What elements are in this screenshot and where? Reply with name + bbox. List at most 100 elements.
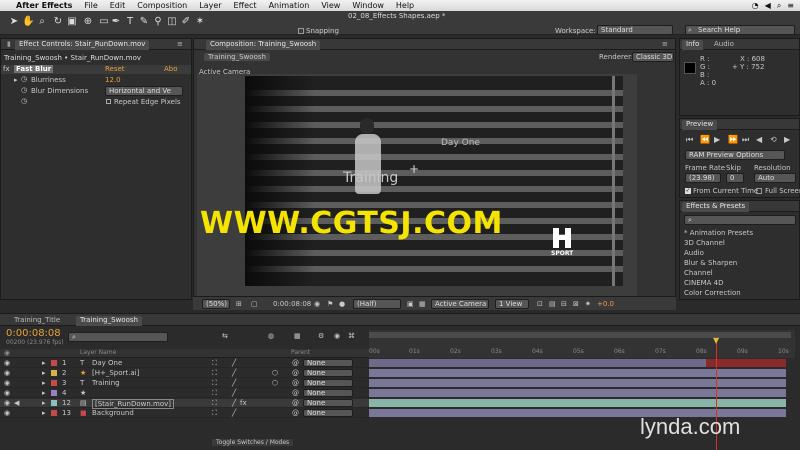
eye-icon[interactable]: ◉ — [4, 379, 10, 387]
rotate-tool-icon[interactable]: ↻ — [52, 16, 64, 28]
table-row[interactable]: ◉ ▸ 13 ■ Background ⛶ ╱ @ None — [0, 409, 369, 418]
tab-info[interactable]: Info — [682, 40, 704, 50]
toggle-switches-modes[interactable]: Toggle Switches / Modes — [212, 439, 294, 446]
twirl-arrow-icon[interactable]: ▸ — [42, 369, 46, 377]
from-current-checkbox[interactable]: ✓ — [685, 188, 691, 194]
quality-switch-icon[interactable]: ╱ — [232, 389, 236, 397]
frame-rate-select[interactable]: (23.98) — [685, 173, 721, 183]
shy-switch-icon[interactable]: ⛶ — [212, 399, 217, 408]
rectangle-tool-icon[interactable]: ▭ — [98, 16, 110, 28]
tab-effects-presets[interactable]: Effects & Presets — [682, 202, 750, 212]
stopwatch-icon[interactable]: ◷ — [21, 75, 27, 83]
3d-switch-icon[interactable]: ⬡ — [272, 369, 278, 377]
transparency-grid-icon[interactable]: ▦ — [419, 300, 426, 308]
workspace-select[interactable]: Standard — [597, 25, 673, 35]
play-icon[interactable]: ▶ — [714, 135, 720, 144]
label-color-swatch[interactable] — [51, 400, 57, 406]
menu-layer[interactable]: Layer — [199, 1, 221, 10]
full-screen-checkbox[interactable] — [756, 188, 762, 194]
wifi-icon[interactable]: ◔ — [752, 1, 759, 11]
label-color-swatch[interactable] — [51, 380, 57, 386]
repeat-edge-checkbox[interactable] — [106, 99, 111, 104]
first-frame-icon[interactable]: ⏮ — [686, 135, 693, 145]
eye-icon[interactable]: ◉ — [4, 369, 10, 377]
menu-composition[interactable]: Composition — [137, 1, 187, 10]
quality-switch-icon[interactable]: ╱ — [232, 409, 236, 417]
eye-icon[interactable]: ◉ — [4, 389, 10, 397]
time-ruler[interactable]: 00s 01s 02s 03s 04s 05s 06s 07s 08s 09s … — [369, 330, 795, 358]
audio-switch-icon[interactable]: ◀ — [14, 399, 19, 407]
shy-switch-icon[interactable]: ⛶ — [212, 389, 217, 398]
tab-composition[interactable]: Composition: Training_Swoosh — [206, 40, 321, 50]
graph-editor-icon[interactable]: ⌘ — [348, 332, 355, 340]
stopwatch-icon[interactable]: ◷ — [21, 97, 27, 105]
parent-pickwhip-icon[interactable]: @ — [292, 389, 299, 397]
parent-select[interactable]: None — [303, 359, 353, 367]
table-row[interactable]: ◉ ◀ ▸ 12 ▤ [Stair_RunDown.mov] ⛶ ╱ fx @ … — [0, 399, 369, 409]
tab-preview[interactable]: Preview — [682, 120, 718, 130]
effect-reset-link[interactable]: Reset — [105, 65, 125, 73]
parent-pickwhip-icon[interactable]: @ — [292, 379, 299, 387]
snapshot-icon[interactable]: ◉ — [314, 300, 320, 308]
volume-icon[interactable]: ◀ — [765, 1, 771, 11]
loop-icon[interactable]: ⟲ — [770, 135, 777, 144]
next-frame-icon[interactable]: ⏩ — [728, 135, 738, 144]
preview-resolution-select[interactable]: Auto — [754, 173, 796, 183]
menu-view[interactable]: View — [321, 1, 340, 10]
exposure-value[interactable]: +0.0 — [597, 300, 614, 308]
hand-tool-icon[interactable]: ✋ — [22, 16, 34, 28]
col-parent[interactable]: Parent — [291, 349, 310, 356]
layer-search-input[interactable]: ⌕ — [68, 332, 168, 342]
pen-tool-icon[interactable]: ✒ — [110, 16, 122, 28]
menu-effect[interactable]: Effect — [234, 1, 257, 10]
list-icon[interactable]: ≡ — [787, 1, 794, 11]
fx-badge-icon[interactable]: fx — [3, 65, 10, 73]
exposure-icon[interactable]: ✷ — [585, 300, 591, 308]
tab-training-swoosh[interactable]: Training_Swoosh — [76, 316, 142, 326]
preset-item[interactable]: 3D Channel — [684, 239, 725, 247]
parent-select[interactable]: None — [303, 409, 353, 417]
ram-preview-icon[interactable]: ▶ — [784, 135, 790, 144]
preset-item[interactable]: * Animation Presets — [684, 229, 753, 237]
shy-switch-icon[interactable]: ⛶ — [212, 359, 217, 368]
view-layout-select[interactable]: 1 View — [495, 299, 529, 309]
spotlight-icon[interactable]: ⌕ — [777, 1, 781, 11]
quality-switch-icon[interactable]: ╱ — [232, 399, 236, 407]
resolution-select[interactable]: (Half) — [353, 299, 401, 309]
quality-switch-icon[interactable]: ╱ — [232, 379, 236, 387]
comp-frame-image[interactable]: Day One Training + SPORT — [245, 76, 623, 286]
clone-stamp-tool-icon[interactable]: ⚲ — [152, 16, 164, 28]
overlay-training[interactable]: Training — [343, 170, 398, 186]
eraser-tool-icon[interactable]: ◫ — [166, 16, 178, 28]
shy-icon[interactable]: ▦ — [294, 332, 301, 340]
parent-select[interactable]: None — [303, 399, 353, 407]
renderer-select[interactable]: Classic 3D — [632, 52, 674, 62]
effects-search-input[interactable]: ⌕ — [684, 215, 796, 225]
layer-name[interactable]: Day One — [92, 359, 122, 367]
channel-icon[interactable]: ● — [339, 300, 345, 308]
shy-switch-icon[interactable]: ⛶ — [212, 379, 217, 388]
label-color-swatch[interactable] — [51, 410, 57, 416]
timeline-icon[interactable]: ⊟ — [561, 300, 567, 308]
blurriness-value[interactable]: 12.0 — [105, 76, 121, 84]
table-row[interactable]: ◉ ▸ 3 T Training ⛶ ╱ ⬡ @ None — [0, 379, 369, 388]
grid-icon[interactable]: ⊞ — [236, 300, 242, 308]
layer-duration-bar[interactable] — [369, 359, 706, 367]
tab-effect-controls[interactable]: Effect Controls: Stair_RunDown.mov — [15, 40, 150, 50]
tab-training-title[interactable]: Training_Title — [10, 316, 64, 326]
puppet-tool-icon[interactable]: ✶ — [194, 16, 206, 28]
last-frame-icon[interactable]: ⏭ — [742, 135, 749, 145]
project-tab[interactable]: ▮ — [3, 40, 15, 50]
audio-icon[interactable]: ◀ — [756, 135, 762, 144]
show-snapshot-icon[interactable]: ⚑ — [327, 300, 333, 308]
comp-subtab[interactable]: Training_Swoosh — [204, 53, 270, 61]
table-row[interactable]: ◉ ▸ 2 ★ [H+_Sport.ai] ⛶ ╱ ⬡ @ None — [0, 369, 369, 378]
eye-icon[interactable]: ◉ — [4, 359, 10, 367]
layer-duration-bar[interactable] — [369, 399, 786, 407]
prev-frame-icon[interactable]: ⏪ — [700, 135, 710, 144]
quality-switch-icon[interactable]: ╱ — [232, 369, 236, 377]
menu-help[interactable]: Help — [396, 1, 414, 10]
zoom-tool-icon[interactable]: ⌕ — [36, 16, 48, 28]
timeline-timecode[interactable]: 0:00:08:08 — [6, 328, 61, 339]
skip-input[interactable]: 0 — [726, 173, 744, 183]
